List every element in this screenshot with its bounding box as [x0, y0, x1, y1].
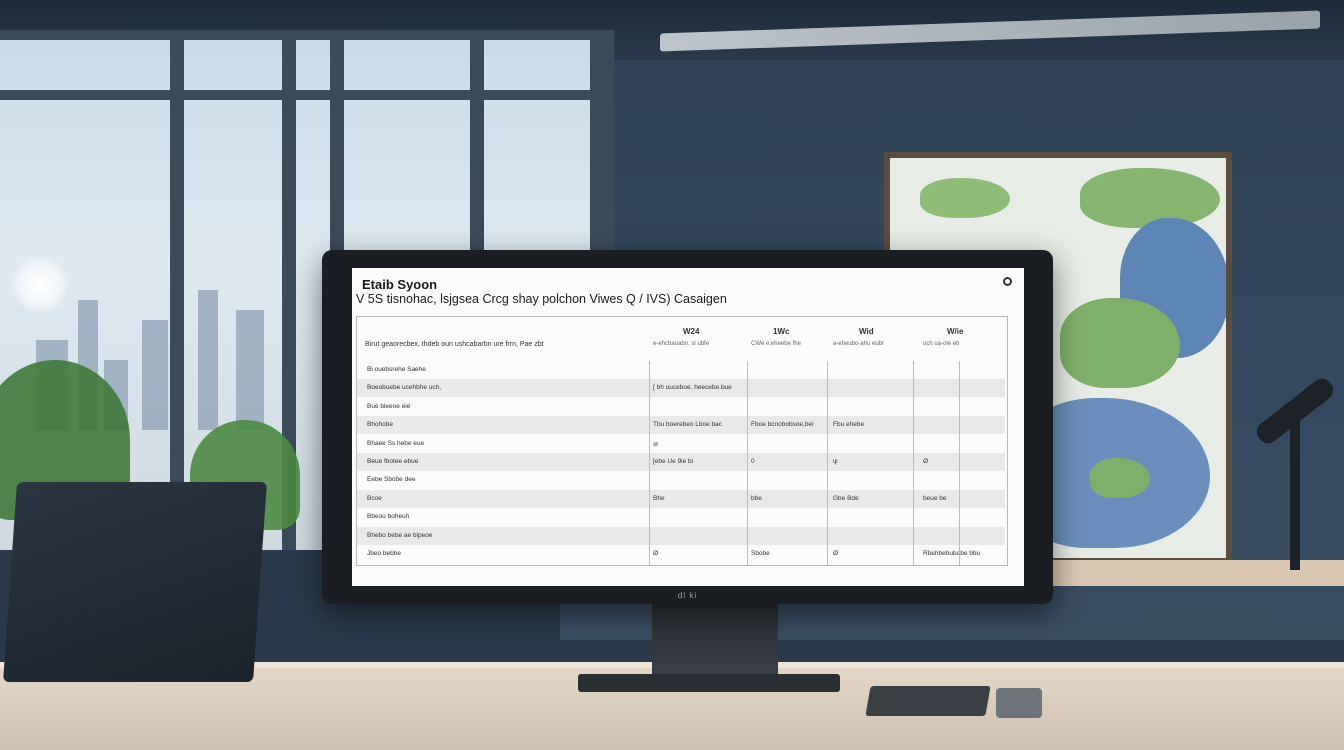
- table-cell: beue be: [923, 494, 947, 502]
- table-divider: [649, 361, 650, 565]
- table-row-label: Bhebo bebe ae blpeoe: [367, 531, 433, 539]
- map-region: [1060, 298, 1180, 388]
- table-row-label: Boeobuebe ucehbhe uch,: [367, 384, 442, 392]
- screen-subtitle: V 5S tisnohac, lsjgsea Crcg shay polchon…: [356, 292, 727, 306]
- table-row: Bhaee Ss hebe eue ⊘: [357, 435, 1005, 453]
- table-cell: Rbehbebubabe bbu: [923, 550, 981, 557]
- table-column-subheader: CWe e.eheebe fhe: [751, 341, 801, 347]
- table-row: Jbeo bebbe Ø Sbobe Ø Rbehbebubabe bbu: [357, 545, 1005, 563]
- data-table: Birut geaorecbex, thdeb oun ushcabarbn u…: [356, 316, 1008, 566]
- monitor-brand-label: dl ki: [677, 591, 698, 600]
- table-cell: Ø: [923, 458, 929, 465]
- table-row-label: Bhaee Ss hebe eue: [367, 439, 425, 447]
- table-column-header: Wid: [859, 327, 874, 336]
- table-row-label: Beue fbotee ebue: [367, 458, 419, 465]
- table-row: Bi ouebsrehe Saehe: [357, 361, 1005, 379]
- laptop: [3, 482, 267, 682]
- close-icon[interactable]: [1003, 277, 1012, 286]
- map-region: [1090, 458, 1150, 498]
- map-region: [1080, 168, 1220, 228]
- table-row-label: Jbeo bebbe: [367, 550, 401, 557]
- skyline-building: [236, 310, 264, 430]
- table-column-subheader: uch ua-ole eb: [923, 341, 960, 347]
- table-row-label: Bhohobe: [367, 421, 394, 429]
- monitor-stand: [652, 604, 778, 676]
- table-cell: Fboe bcnobobsoe,bei: [751, 421, 814, 429]
- table-cell: ⊘: [653, 440, 659, 448]
- map-region: [920, 178, 1010, 218]
- table-cell: Bhe: [653, 494, 665, 502]
- table-cell: bbe: [751, 494, 762, 502]
- table-column-subheader: a-eheubo-ahu eubr: [833, 341, 885, 347]
- window-frame: [0, 30, 600, 40]
- skyline-building: [142, 320, 168, 430]
- table-cell: 0: [751, 458, 755, 465]
- table-cell: Sbobe: [751, 550, 770, 557]
- table-cell: [ bh uuceboe, heecebe.bue: [653, 384, 732, 392]
- desk-lamp: [1290, 420, 1300, 570]
- table-row-label: Eebe Sbobe dee: [367, 476, 416, 484]
- table-row-label: Bue bleeoe eie: [367, 402, 411, 410]
- table-row: Bhebo bebe ae blpeoe: [357, 526, 1005, 545]
- table-cell: [ebe Ue 9ie bi: [653, 458, 694, 465]
- table-row-label: Bi ouebsrehe Saehe: [367, 366, 426, 373]
- office-scene: dl ki Etaib Syoon V 5S tisnohac, lsjgsea…: [0, 0, 1344, 750]
- table-column-header: W24: [683, 327, 700, 336]
- skyline-building: [198, 290, 218, 430]
- table-row: Bhohobe Tbu boerebeo Lboe bac Fboe bcnobob…: [357, 416, 1005, 435]
- window-frame: [0, 90, 600, 100]
- table-row: Bcoe Bhe bbe Gbe Bde beue be: [357, 489, 1005, 508]
- table-row: Beue fbotee ebue [ebe Ue 9ie bi 0 ψ Ø: [357, 453, 1005, 471]
- table-column-subheader: e-ehcbaoabn, sl ubfe: [653, 341, 710, 347]
- table-divider: [747, 361, 748, 565]
- table-cell: ψ: [833, 458, 838, 465]
- table-row: Bbeou boheuh: [357, 508, 1005, 526]
- mug: [996, 688, 1042, 718]
- table-divider: [827, 361, 828, 565]
- monitor-screen: Etaib Syoon V 5S tisnohac, lsjgsea Crcg …: [352, 268, 1024, 586]
- keyboard: [865, 686, 991, 716]
- table-cell: Ø: [833, 550, 839, 557]
- sun-glare: [10, 255, 70, 315]
- screen-title: Etaib Syoon: [362, 277, 438, 292]
- table-row: Boeobuebe ucehbhe uch, [ bh uuceboe, heec…: [357, 379, 1005, 398]
- table-cell: Ø: [653, 550, 659, 557]
- table-column-header: 1Wc: [773, 327, 790, 336]
- table-cell: Fbu ehebe: [833, 421, 865, 429]
- table-column-header: W/ie: [947, 327, 964, 336]
- table-divider: [913, 361, 914, 565]
- table-cell: Gbe Bde: [833, 494, 859, 502]
- table-row-label: Bbeou boheuh: [367, 513, 410, 521]
- window-frame: [170, 30, 184, 550]
- table-row: Eebe Sbobe dee: [357, 471, 1005, 489]
- table-cell: Tbu boerebeo Lboe bac: [653, 421, 723, 429]
- table-divider: [959, 361, 960, 565]
- table-row-label: Bcoe: [367, 494, 382, 502]
- table-header-first-column: Birut geaorecbex, thdeb oun ushcabarbn u…: [365, 341, 544, 348]
- table-row: Bue bleeoe eie: [357, 398, 1005, 416]
- monitor-stand-base: [578, 674, 840, 692]
